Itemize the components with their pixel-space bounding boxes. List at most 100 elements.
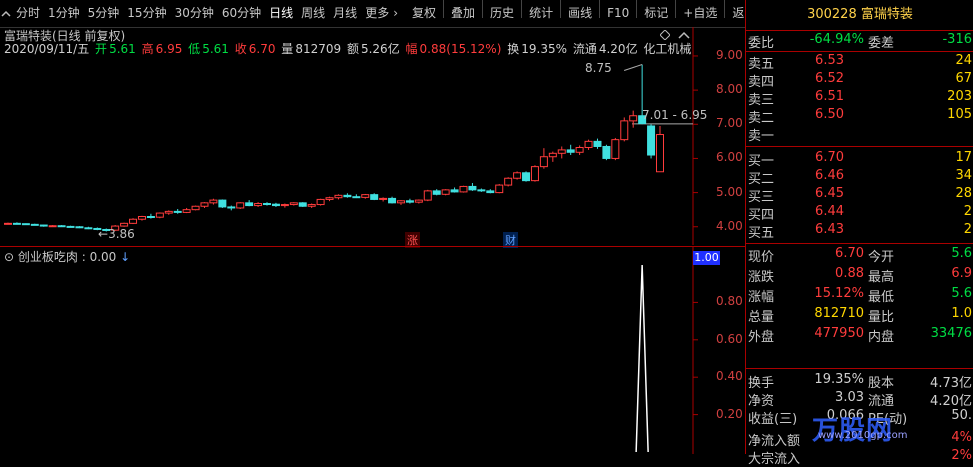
peak-label: 8.75 xyxy=(585,61,612,75)
action-6[interactable]: 标记 xyxy=(640,0,672,27)
fin-row-label2: 流通 xyxy=(868,394,895,409)
candle-body-up xyxy=(155,212,164,218)
period-tabs: 分时 1分钟 5分钟 15分钟 30分钟 60分钟 日线 周线 月线 更多 › xyxy=(12,0,402,27)
ask-row-label: 卖五 xyxy=(748,57,775,72)
candle-body-up xyxy=(611,139,620,159)
stat-row-label2: 量比 xyxy=(868,310,895,325)
price-tick-label: 5.00 xyxy=(716,184,743,199)
candle-body-down xyxy=(84,227,93,230)
indicator-tick-label: 0.20 xyxy=(716,406,743,421)
candle-body-down xyxy=(450,189,459,193)
bid-row-value: 6.45 xyxy=(815,186,844,201)
bid-row-label: 买三 xyxy=(748,190,775,205)
stat-row-value2: 33476 xyxy=(930,326,972,341)
stat-row-value2: 5.6 xyxy=(951,286,972,301)
candle-body-up xyxy=(4,222,12,225)
tab-period-7[interactable]: 周线 xyxy=(297,0,329,27)
candle-body-up xyxy=(548,152,557,158)
tab-period-5[interactable]: 60分钟 xyxy=(218,0,265,27)
ask-row: 卖四 6.52 67 xyxy=(746,71,973,90)
action-3[interactable]: 统计 xyxy=(525,0,557,27)
bid-row-value2: 2 xyxy=(963,222,972,237)
toolbar-divider xyxy=(560,0,562,18)
kline-chart[interactable] xyxy=(0,27,745,245)
stat-row: 外盘 477950 内盘 33476 xyxy=(746,326,973,345)
divider-line xyxy=(746,368,973,369)
fin-row-label2: 股本 xyxy=(868,376,895,391)
candle-body-up xyxy=(441,189,450,195)
candle-body-down xyxy=(566,149,575,153)
ask-row-label: 卖三 xyxy=(748,93,775,108)
action-5[interactable]: F10 xyxy=(603,0,633,27)
candle-body-down xyxy=(271,203,280,207)
candle-body-down xyxy=(298,202,307,207)
action-2[interactable]: 历史 xyxy=(486,0,518,27)
fin-row-label: 净资 xyxy=(748,394,775,409)
candle-body-up xyxy=(191,205,200,211)
candle-body-up xyxy=(129,218,138,224)
tab-period-4[interactable]: 30分钟 xyxy=(171,0,218,27)
flow-row: 大宗流入 2% xyxy=(746,448,973,467)
stat-row-label2: 最高 xyxy=(868,270,895,285)
tab-period-3[interactable]: 15分钟 xyxy=(123,0,170,27)
candle-body-down xyxy=(352,196,361,199)
webi-value: -64.94% xyxy=(809,32,864,47)
candle-body-down xyxy=(405,200,414,203)
bid-row: 买四 6.44 2 xyxy=(746,204,973,223)
stat-row-label2: 内盘 xyxy=(868,330,895,345)
candle-body-up xyxy=(325,197,334,200)
candle-body-up xyxy=(379,197,388,200)
action-4[interactable]: 画线 xyxy=(564,0,596,27)
price-tick-label: 4.00 xyxy=(716,218,743,233)
tab-period-8[interactable]: 月线 xyxy=(329,0,361,27)
candle-body-up xyxy=(236,202,245,209)
tab-period-1[interactable]: 1分钟 xyxy=(44,0,84,27)
low-value-label: 3.86 xyxy=(108,227,135,241)
candle-body-up xyxy=(307,204,316,207)
indicator-chart[interactable] xyxy=(0,247,745,454)
action-0[interactable]: 复权 xyxy=(408,0,440,27)
ask-row: 卖三 6.51 203 xyxy=(746,89,973,108)
tab-period-9[interactable]: 更多 xyxy=(361,0,393,27)
stat-row-value: 477950 xyxy=(814,326,864,341)
stat-row-value2: 5.6 xyxy=(951,246,972,261)
candle-body-down xyxy=(263,203,272,206)
candle-body-down xyxy=(370,194,379,200)
candle-body-down xyxy=(245,202,254,207)
candle-body-down xyxy=(21,223,30,226)
toolbar-divider xyxy=(482,0,484,18)
stat-row-value2: 1.0 xyxy=(951,306,972,321)
action-1[interactable]: 叠加 xyxy=(447,0,479,27)
candle-body-down xyxy=(30,223,39,226)
ask-row-value2: 24 xyxy=(955,53,972,68)
candle-body-down xyxy=(343,194,352,198)
ask-row-label: 卖四 xyxy=(748,75,775,90)
collapse-icon[interactable] xyxy=(0,0,12,27)
tab-period-2[interactable]: 5分钟 xyxy=(84,0,124,27)
stat-row-label: 现价 xyxy=(748,250,775,265)
candle-body-down xyxy=(432,190,441,195)
candle-body-up xyxy=(396,200,405,204)
bid-row-value: 6.44 xyxy=(815,204,844,219)
stock-name: 富瑞特装 xyxy=(860,7,913,22)
candle-body-down xyxy=(146,216,155,219)
more-chevron-icon[interactable]: › xyxy=(393,0,402,27)
candle-body-down xyxy=(57,225,66,228)
bid-row-value2: 34 xyxy=(955,168,972,183)
flow-row-value2: 2% xyxy=(951,448,972,463)
candle-body-up xyxy=(629,115,638,122)
candle-body-down xyxy=(173,210,182,213)
flow-row-value2: 4% xyxy=(951,430,972,445)
tab-period-6[interactable]: 日线 xyxy=(265,0,297,27)
candle-body-up xyxy=(584,140,593,149)
candle-body-down xyxy=(227,206,236,209)
indicator-spike xyxy=(635,264,649,453)
tab-period-0[interactable]: 分时 xyxy=(12,0,44,27)
action-7[interactable]: +自选 xyxy=(679,0,721,27)
flow-row-label: 净流入额 xyxy=(748,434,801,449)
low-label: ←3.86 xyxy=(98,227,135,241)
watermark-url: www.2010gp.com xyxy=(818,430,908,441)
toolbar-divider xyxy=(599,0,601,18)
stat-row-label: 总量 xyxy=(748,310,775,325)
bid-row-label: 买四 xyxy=(748,208,775,223)
